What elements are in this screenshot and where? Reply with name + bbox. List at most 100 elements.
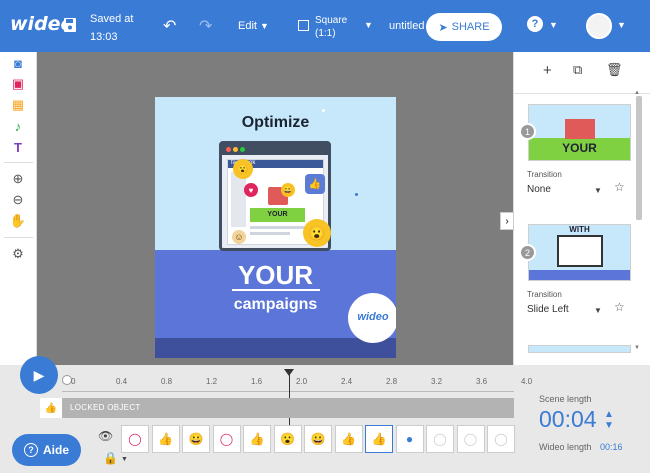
- left-toolbar: ◙ ▣ ▦ ♪ T ⊕ ⊖ ✋ ⚙: [0, 52, 37, 365]
- timeline-clip[interactable]: ◯: [212, 425, 241, 453]
- thumb-band: [529, 270, 630, 280]
- camera-icon[interactable]: ◙: [10, 55, 26, 71]
- chevron-down-icon[interactable]: ▼: [364, 20, 373, 30]
- avatar[interactable]: [586, 13, 612, 39]
- project-title[interactable]: untitled: [389, 20, 424, 32]
- timeline-clip[interactable]: ◯: [456, 425, 485, 453]
- tick-label: 0: [71, 377, 76, 386]
- side-column: [231, 172, 246, 227]
- chevron-down-icon[interactable]: ▼: [594, 186, 602, 195]
- timeline-clip[interactable]: ◯: [121, 425, 149, 453]
- timeline-clip[interactable]: ●: [395, 425, 424, 453]
- thumb-monitor: [557, 235, 603, 267]
- wideo-length-value: 00:16: [600, 442, 623, 452]
- toolbar-divider: [4, 237, 33, 238]
- square-aspect-icon: [298, 20, 309, 31]
- scene-thumbnail-2[interactable]: WITH: [528, 224, 631, 281]
- scroll-up-icon[interactable]: ▲: [634, 90, 640, 96]
- aide-button[interactable]: ? Aide: [12, 434, 81, 466]
- chevron-down-icon[interactable]: ▼: [617, 20, 626, 30]
- slide-title[interactable]: Optimize: [155, 114, 396, 132]
- window-dot: [240, 147, 245, 152]
- scene-length-stepper[interactable]: ▲ ▼: [604, 409, 614, 431]
- saved-label: Saved at: [90, 13, 134, 25]
- zoom-out-icon[interactable]: ⊖: [10, 192, 26, 208]
- chevron-down-icon[interactable]: ▼: [604, 420, 614, 431]
- scrollbar[interactable]: [636, 96, 642, 220]
- chevron-down-icon: ▼: [260, 21, 269, 31]
- star-icon[interactable]: ☆: [614, 180, 625, 194]
- sparkle: [322, 109, 325, 112]
- heart-icon: ♥: [244, 183, 258, 197]
- send-icon: ➤: [438, 21, 448, 34]
- scene-thumbnail-3[interactable]: [528, 345, 631, 353]
- locked-object-track[interactable]: LOCKED OBJECT: [40, 398, 514, 418]
- timeline-clip[interactable]: 👍: [334, 425, 363, 453]
- timeline-clip[interactable]: 👍: [243, 425, 271, 453]
- add-icon[interactable]: +: [543, 62, 552, 79]
- window-dot: [233, 147, 238, 152]
- chevron-right-icon: ›: [505, 215, 509, 227]
- timeline-clip[interactable]: 👍: [365, 425, 393, 453]
- like-icon: 👍: [40, 398, 62, 418]
- aspect-ratio-select[interactable]: Square (1:1): [315, 14, 347, 40]
- tick-label: 0.8: [161, 377, 173, 386]
- video-icon[interactable]: ▣: [10, 76, 26, 92]
- timeline-clip[interactable]: ◯: [487, 425, 515, 453]
- share-label: SHARE: [451, 21, 490, 33]
- transition-select[interactable]: None: [527, 184, 551, 195]
- scroll-down-icon[interactable]: ▼: [634, 345, 640, 351]
- tick-label: 2.4: [341, 377, 353, 386]
- wideo-badge[interactable]: wideo: [348, 293, 396, 343]
- chevron-up-icon[interactable]: ▲: [604, 409, 614, 420]
- text-icon[interactable]: T: [10, 139, 26, 155]
- smile-emoji-icon: ☺: [232, 230, 246, 244]
- underline: [232, 289, 320, 291]
- transition-label: Transition: [527, 170, 562, 179]
- chevron-down-icon[interactable]: ▼: [121, 456, 128, 463]
- tick-label: 0.4: [116, 377, 128, 386]
- timeline-clip[interactable]: 😀: [182, 425, 210, 453]
- timeline-clip[interactable]: 😀: [304, 425, 332, 453]
- your-text[interactable]: YOUR: [155, 260, 396, 291]
- tick-label: 2.8: [386, 377, 398, 386]
- lock-icon[interactable]: 🔒: [103, 451, 118, 465]
- trash-icon[interactable]: 🗑: [606, 62, 623, 78]
- eye-icon[interactable]: 👁: [98, 429, 113, 443]
- help-icon[interactable]: ?: [527, 16, 543, 32]
- redo-icon[interactable]: ↷: [199, 16, 212, 36]
- tick-label: 3.6: [476, 377, 488, 386]
- music-icon[interactable]: ♪: [10, 118, 26, 134]
- chevron-down-icon[interactable]: ▼: [594, 306, 602, 315]
- scene-canvas[interactable]: Optimize facebook YOUR 😮 ♥ 👍 😀 😮 ☺ YOUR …: [155, 97, 396, 358]
- image-icon[interactable]: ▦: [10, 97, 26, 113]
- scene-length-value[interactable]: 00:04: [539, 406, 597, 433]
- tick-label: 1.2: [206, 377, 218, 386]
- timeline-ruler: [62, 391, 514, 392]
- green-banner: YOUR: [250, 208, 305, 222]
- duplicate-icon[interactable]: ⧉: [573, 62, 582, 78]
- play-button[interactable]: ▶: [20, 356, 58, 394]
- zoom-in-icon[interactable]: ⊕: [10, 171, 26, 187]
- scene-number: 2: [519, 244, 536, 261]
- browser-bar: [222, 144, 328, 155]
- timeline-clip[interactable]: ◯: [426, 425, 454, 453]
- timeline-clip[interactable]: 👍: [151, 425, 180, 453]
- chevron-down-icon[interactable]: ▼: [549, 20, 558, 30]
- undo-icon[interactable]: ↶: [163, 16, 176, 36]
- sparkle: [355, 193, 358, 196]
- gear-icon[interactable]: ⚙: [10, 246, 26, 262]
- wow-emoji-icon: 😮: [233, 159, 253, 179]
- share-button[interactable]: ➤ SHARE: [426, 13, 502, 41]
- edit-menu[interactable]: Edit ▼: [238, 20, 269, 32]
- hand-icon[interactable]: ✋: [10, 213, 26, 229]
- timeline-clip[interactable]: 😮: [273, 425, 302, 453]
- top-bar: wideo Saved at 13:03 ↶ ↷ Edit ▼ Square (…: [0, 0, 650, 52]
- help-icon: ?: [23, 443, 38, 457]
- scene-thumbnail-1[interactable]: YOUR: [528, 104, 631, 161]
- window-dot: [226, 147, 231, 152]
- collapse-panel-button[interactable]: ›: [500, 212, 514, 230]
- save-icon[interactable]: [63, 17, 77, 33]
- transition-select[interactable]: Slide Left: [527, 304, 569, 315]
- star-icon[interactable]: ☆: [614, 300, 625, 314]
